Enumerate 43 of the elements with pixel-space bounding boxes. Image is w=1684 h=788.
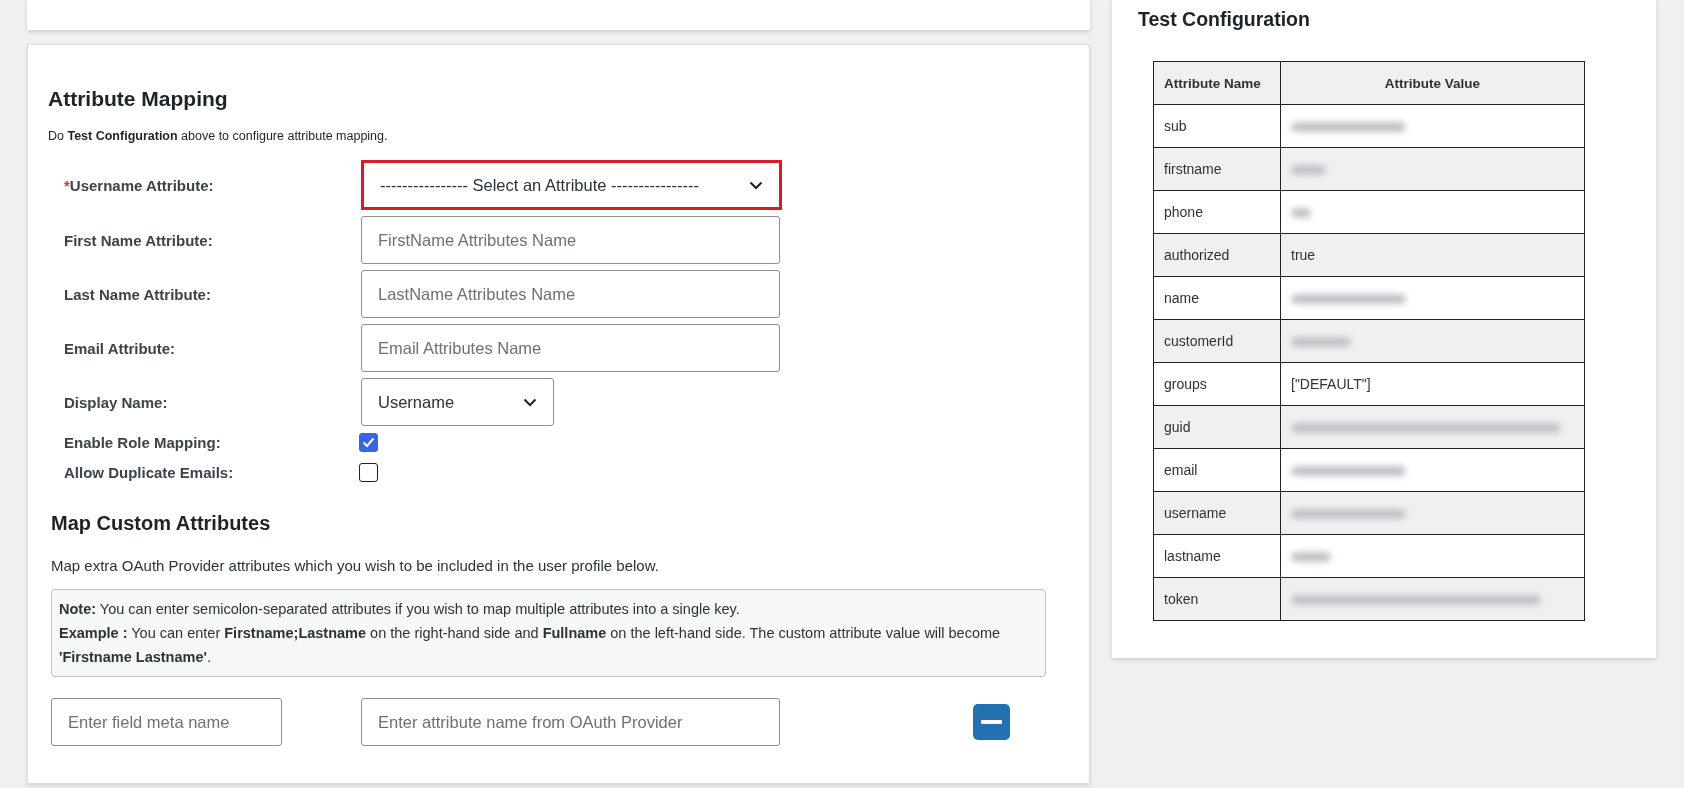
- remove-button[interactable]: [973, 704, 1010, 740]
- table-cell: email: [1153, 448, 1281, 492]
- chevron-down-icon: [523, 397, 537, 407]
- meta-name-field[interactable]: Enter field meta name: [51, 698, 282, 746]
- table-cell: customerId: [1153, 319, 1281, 363]
- table-cell: name: [1153, 276, 1281, 320]
- table-cell: firstname: [1153, 147, 1281, 191]
- attribute-name-field[interactable]: Enter attribute name from OAuth Provider: [361, 698, 780, 746]
- table-cell: sub: [1153, 104, 1281, 148]
- note-text: Note: You can enter semicolon-separated attributes if you wish to map multiple attributes into a single key.: [59, 600, 741, 619]
- table-cell: phone: [1153, 190, 1281, 234]
- table-cell: username: [1153, 491, 1281, 535]
- intro-text: Do Test Configuration above to configure attribute mapping.: [48, 129, 388, 143]
- select-field[interactable]: ---------------- Select an Attribute ----------------: [361, 160, 782, 210]
- chevron-down-icon: [749, 180, 763, 190]
- table-cell: lastname: [1153, 534, 1281, 578]
- field-label: Email Attribute:: [63, 339, 177, 357]
- column-header: Attribute Value: [1280, 61, 1585, 105]
- minus-icon: [981, 720, 1002, 724]
- text-field[interactable]: Email Attributes Name: [361, 324, 780, 372]
- table-cell: groups: [1153, 362, 1281, 406]
- section-title: Map Custom Attributes: [51, 512, 271, 535]
- select-field[interactable]: Username: [361, 378, 554, 426]
- column-header: Attribute Name: [1153, 61, 1281, 105]
- text-field[interactable]: FirstName Attributes Name: [361, 216, 780, 264]
- field-label: Last Name Attribute:: [63, 285, 212, 303]
- table-cell: token: [1153, 577, 1281, 621]
- checkbox[interactable]: [359, 432, 378, 452]
- text-field[interactable]: LastName Attributes Name: [361, 270, 780, 318]
- field-label: Enable Role Mapping:: [63, 433, 222, 451]
- field-label: Allow Duplicate Emails:: [63, 463, 235, 481]
- table-cell: true: [1280, 233, 1585, 277]
- note-text: Example : You can enter Firstname;Lastname on the right-hand side and Fullname on the left-hand side. The custom attribute value will become 'Firstname Lastname'.: [59, 624, 1002, 667]
- description-text: Map extra OAuth Provider attributes which you wish to be included in the user profile below.: [51, 557, 659, 574]
- table-cell: authorized: [1153, 233, 1281, 277]
- field-label: First Name Attribute:: [63, 231, 214, 249]
- field-label: *Username Attribute:: [63, 176, 215, 194]
- field-label: Display Name:: [63, 393, 169, 411]
- panel-title: Test Configuration: [1138, 8, 1310, 31]
- table-cell: guid: [1153, 405, 1281, 449]
- table-cell: ["DEFAULT"]: [1280, 362, 1585, 406]
- section-title: Attribute Mapping: [48, 87, 228, 111]
- checkbox[interactable]: [359, 462, 378, 482]
